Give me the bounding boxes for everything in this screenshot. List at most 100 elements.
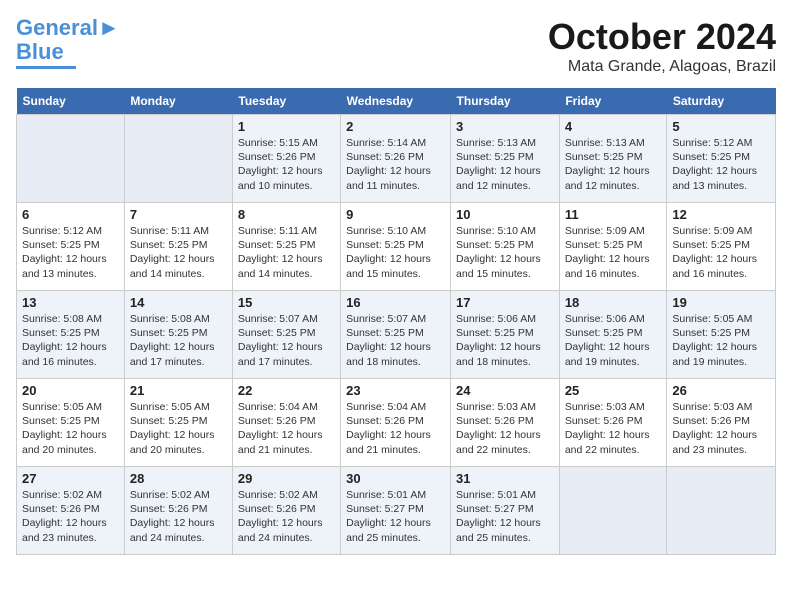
calendar-cell: 15Sunrise: 5:07 AMSunset: 5:25 PMDayligh… bbox=[232, 291, 340, 379]
calendar-cell: 5 Sunrise: 5:12 AMSunset: 5:25 PMDaylight… bbox=[667, 115, 776, 203]
calendar-header-row: SundayMondayTuesdayWednesdayThursdayFrid… bbox=[17, 88, 776, 115]
day-number: 11 bbox=[565, 207, 662, 222]
calendar-cell: 14Sunrise: 5:08 AMSunset: 5:25 PMDayligh… bbox=[124, 291, 232, 379]
cell-details: Sunrise: 5:07 AMSunset: 5:25 PMDaylight:… bbox=[346, 312, 445, 369]
weekday-header: Wednesday bbox=[341, 88, 451, 115]
cell-details: Sunrise: 5:02 AMSunset: 5:26 PMDaylight:… bbox=[238, 488, 335, 545]
cell-details: Sunrise: 5:02 AMSunset: 5:26 PMDaylight:… bbox=[130, 488, 227, 545]
cell-details: Sunrise: 5:11 AMSunset: 5:25 PMDaylight:… bbox=[238, 224, 335, 281]
calendar-cell: 24 Sunrise: 5:03 AMSunset: 5:26 PMDayligh… bbox=[451, 379, 560, 467]
calendar-cell: 17 Sunrise: 5:06 AMSunset: 5:25 PMDayligh… bbox=[451, 291, 560, 379]
logo-underline bbox=[16, 66, 76, 69]
logo: General► Blue bbox=[16, 16, 120, 69]
day-number: 17 bbox=[456, 295, 554, 310]
calendar-cell bbox=[17, 115, 125, 203]
cell-details: Sunrise: 5:10 AMSunset: 5:25 PMDaylight:… bbox=[346, 224, 445, 281]
day-number: 24 bbox=[456, 383, 554, 398]
day-number: 3 bbox=[456, 119, 554, 134]
day-number: 29 bbox=[238, 471, 335, 486]
cell-details: Sunrise: 5:09 AMSunset: 5:25 PMDaylight:… bbox=[672, 224, 770, 281]
day-number: 31 bbox=[456, 471, 554, 486]
calendar-cell: 20 Sunrise: 5:05 AMSunset: 5:25 PMDayligh… bbox=[17, 379, 125, 467]
day-number: 6 bbox=[22, 207, 119, 222]
day-number: 1 bbox=[238, 119, 335, 134]
calendar-cell bbox=[667, 467, 776, 555]
cell-details: Sunrise: 5:10 AMSunset: 5:25 PMDaylight:… bbox=[456, 224, 554, 281]
cell-details: Sunrise: 5:05 AMSunset: 5:25 PMDaylight:… bbox=[672, 312, 770, 369]
day-number: 19 bbox=[672, 295, 770, 310]
day-number: 18 bbox=[565, 295, 662, 310]
calendar: SundayMondayTuesdayWednesdayThursdayFrid… bbox=[16, 88, 776, 555]
cell-details: Sunrise: 5:12 AMSunset: 5:25 PMDaylight:… bbox=[22, 224, 119, 281]
day-number: 5 bbox=[672, 119, 770, 134]
calendar-cell: 23 Sunrise: 5:04 AMSunset: 5:26 PMDayligh… bbox=[341, 379, 451, 467]
day-number: 28 bbox=[130, 471, 227, 486]
cell-details: Sunrise: 5:09 AMSunset: 5:25 PMDaylight:… bbox=[565, 224, 662, 281]
calendar-cell: 27 Sunrise: 5:02 AMSunset: 5:26 PMDayligh… bbox=[17, 467, 125, 555]
calendar-cell: 1Sunrise: 5:15 AMSunset: 5:26 PMDaylight… bbox=[232, 115, 340, 203]
weekday-header: Sunday bbox=[17, 88, 125, 115]
calendar-cell: 29 Sunrise: 5:02 AMSunset: 5:26 PMDayligh… bbox=[232, 467, 340, 555]
day-number: 26 bbox=[672, 383, 770, 398]
day-number: 15 bbox=[238, 295, 335, 310]
calendar-week-row: 13 Sunrise: 5:08 AMSunset: 5:25 PMDayligh… bbox=[17, 291, 776, 379]
cell-details: Sunrise: 5:04 AMSunset: 5:26 PMDaylight:… bbox=[346, 400, 445, 457]
cell-details: Sunrise: 5:03 AMSunset: 5:26 PMDaylight:… bbox=[456, 400, 554, 457]
cell-details: Sunrise: 5:06 AMSunset: 5:25 PMDaylight:… bbox=[456, 312, 554, 369]
cell-details: Sunrise: 5:13 AMSunset: 5:25 PMDaylight:… bbox=[565, 136, 662, 193]
day-number: 16 bbox=[346, 295, 445, 310]
calendar-cell: 19 Sunrise: 5:05 AMSunset: 5:25 PMDayligh… bbox=[667, 291, 776, 379]
calendar-cell: 8Sunrise: 5:11 AMSunset: 5:25 PMDaylight… bbox=[232, 203, 340, 291]
page-header: General► Blue October 2024 Mata Grande, … bbox=[16, 16, 776, 76]
day-number: 21 bbox=[130, 383, 227, 398]
day-number: 25 bbox=[565, 383, 662, 398]
calendar-cell: 6 Sunrise: 5:12 AMSunset: 5:25 PMDaylight… bbox=[17, 203, 125, 291]
cell-details: Sunrise: 5:11 AMSunset: 5:25 PMDaylight:… bbox=[130, 224, 227, 281]
calendar-cell: 25 Sunrise: 5:03 AMSunset: 5:26 PMDayligh… bbox=[559, 379, 667, 467]
day-number: 7 bbox=[130, 207, 227, 222]
day-number: 27 bbox=[22, 471, 119, 486]
calendar-week-row: 1Sunrise: 5:15 AMSunset: 5:26 PMDaylight… bbox=[17, 115, 776, 203]
cell-details: Sunrise: 5:14 AMSunset: 5:26 PMDaylight:… bbox=[346, 136, 445, 193]
calendar-cell bbox=[124, 115, 232, 203]
day-number: 10 bbox=[456, 207, 554, 222]
title-block: October 2024 Mata Grande, Alagoas, Brazi… bbox=[548, 16, 776, 76]
calendar-cell: 28 Sunrise: 5:02 AMSunset: 5:26 PMDayligh… bbox=[124, 467, 232, 555]
cell-details: Sunrise: 5:08 AMSunset: 5:25 PMDaylight:… bbox=[130, 312, 227, 369]
cell-details: Sunrise: 5:03 AMSunset: 5:26 PMDaylight:… bbox=[672, 400, 770, 457]
month-title: October 2024 bbox=[548, 16, 776, 58]
calendar-cell: 26 Sunrise: 5:03 AMSunset: 5:26 PMDayligh… bbox=[667, 379, 776, 467]
weekday-header: Tuesday bbox=[232, 88, 340, 115]
cell-details: Sunrise: 5:03 AMSunset: 5:26 PMDaylight:… bbox=[565, 400, 662, 457]
calendar-cell: 2 Sunrise: 5:14 AMSunset: 5:26 PMDaylight… bbox=[341, 115, 451, 203]
calendar-cell: 3Sunrise: 5:13 AMSunset: 5:25 PMDaylight… bbox=[451, 115, 560, 203]
day-number: 4 bbox=[565, 119, 662, 134]
calendar-cell: 10 Sunrise: 5:10 AMSunset: 5:25 PMDayligh… bbox=[451, 203, 560, 291]
cell-details: Sunrise: 5:05 AMSunset: 5:25 PMDaylight:… bbox=[22, 400, 119, 457]
calendar-cell: 11 Sunrise: 5:09 AMSunset: 5:25 PMDayligh… bbox=[559, 203, 667, 291]
day-number: 13 bbox=[22, 295, 119, 310]
calendar-cell bbox=[559, 467, 667, 555]
location-title: Mata Grande, Alagoas, Brazil bbox=[548, 58, 776, 76]
day-number: 2 bbox=[346, 119, 445, 134]
calendar-week-row: 6 Sunrise: 5:12 AMSunset: 5:25 PMDaylight… bbox=[17, 203, 776, 291]
calendar-week-row: 20 Sunrise: 5:05 AMSunset: 5:25 PMDayligh… bbox=[17, 379, 776, 467]
calendar-cell: 9 Sunrise: 5:10 AMSunset: 5:25 PMDaylight… bbox=[341, 203, 451, 291]
cell-details: Sunrise: 5:12 AMSunset: 5:25 PMDaylight:… bbox=[672, 136, 770, 193]
cell-details: Sunrise: 5:06 AMSunset: 5:25 PMDaylight:… bbox=[565, 312, 662, 369]
weekday-header: Saturday bbox=[667, 88, 776, 115]
logo-blue-text: Blue bbox=[16, 39, 64, 64]
calendar-cell: 18 Sunrise: 5:06 AMSunset: 5:25 PMDayligh… bbox=[559, 291, 667, 379]
calendar-cell: 13Sunrise: 5:08 AMSunset: 5:25 PMDayligh… bbox=[17, 291, 125, 379]
calendar-cell: 31 Sunrise: 5:01 AMSunset: 5:27 PMDayligh… bbox=[451, 467, 560, 555]
weekday-header: Monday bbox=[124, 88, 232, 115]
calendar-cell: 21Sunrise: 5:05 AMSunset: 5:25 PMDayligh… bbox=[124, 379, 232, 467]
day-number: 23 bbox=[346, 383, 445, 398]
cell-details: Sunrise: 5:02 AMSunset: 5:26 PMDaylight:… bbox=[22, 488, 119, 545]
day-number: 30 bbox=[346, 471, 445, 486]
logo-blue: ► bbox=[98, 15, 120, 40]
day-number: 9 bbox=[346, 207, 445, 222]
cell-details: Sunrise: 5:01 AMSunset: 5:27 PMDaylight:… bbox=[456, 488, 554, 545]
weekday-header: Thursday bbox=[451, 88, 560, 115]
day-number: 20 bbox=[22, 383, 119, 398]
